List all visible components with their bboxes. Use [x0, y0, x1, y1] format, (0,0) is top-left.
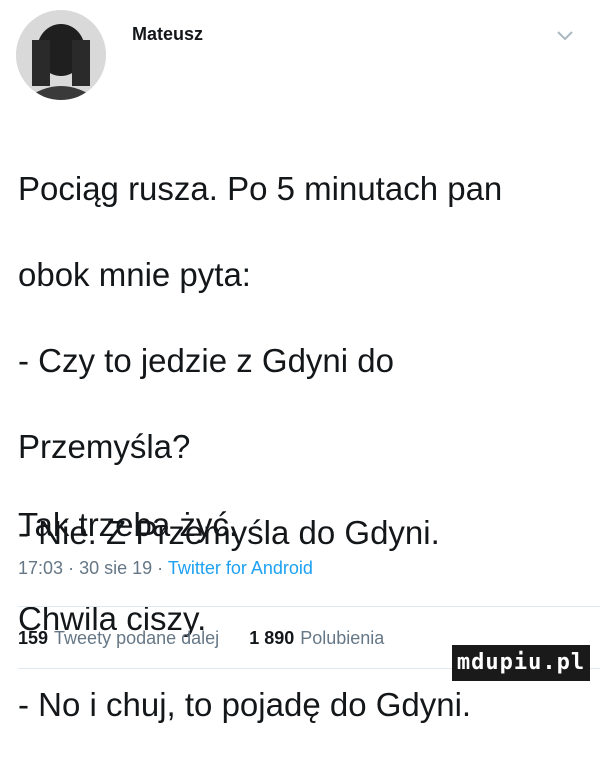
divider — [18, 606, 600, 607]
likes-label[interactable]: Polubienia — [300, 628, 384, 648]
likes-count[interactable]: 1 890 — [249, 628, 294, 648]
retweets-count[interactable]: 159 — [18, 628, 48, 648]
watermark-logo: mdupiu.pl — [452, 645, 590, 681]
avatar-photo-icon — [16, 10, 106, 100]
tweet-line: - No i chuj, to pojadę do Gdyni. — [18, 686, 472, 723]
tweet-line: Przemyśla? — [18, 428, 191, 465]
tweet-line: obok mnie pyta: — [18, 256, 251, 293]
tweet-meta: 17:03 · 30 sie 19 · Twitter for Android — [18, 558, 313, 579]
author-name[interactable]: Mateusz — [132, 24, 203, 45]
user-avatar[interactable] — [16, 10, 106, 100]
tweet-line: Pociąg rusza. Po 5 minutach pan — [18, 170, 503, 207]
tweet-stats: 159 Tweety podane dalej 1 890 Polubienia — [18, 628, 384, 649]
chevron-down-icon[interactable] — [556, 30, 574, 42]
tweet-closing-line: Tak trzeba żyć. — [18, 506, 239, 543]
tweet-header: Mateusz — [0, 0, 600, 110]
meta-separator: · — [68, 558, 75, 578]
meta-separator: · — [157, 558, 164, 578]
retweets-label[interactable]: Tweety podane dalej — [54, 628, 219, 648]
tweet-date[interactable]: 30 sie 19 — [79, 558, 152, 578]
tweet-source-link[interactable]: Twitter for Android — [168, 558, 313, 578]
tweet-line: - Czy to jedzie z Gdyni do — [18, 342, 394, 379]
tweet-time[interactable]: 17:03 — [18, 558, 63, 578]
